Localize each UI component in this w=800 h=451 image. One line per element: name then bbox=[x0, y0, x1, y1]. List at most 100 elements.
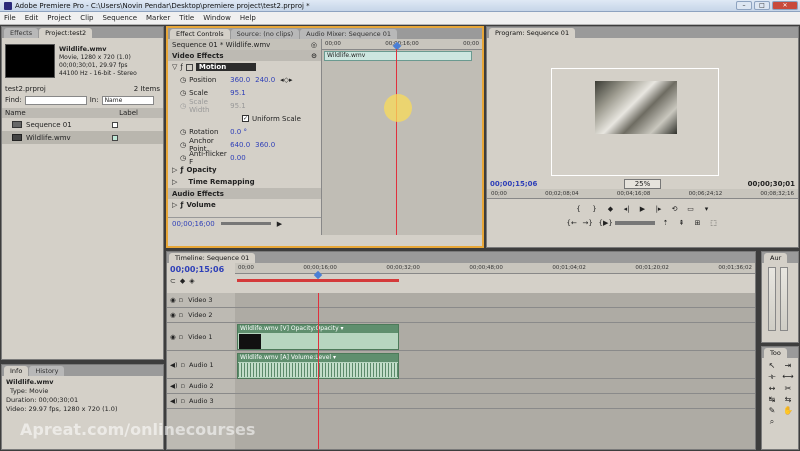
tab-effects[interactable]: Effects bbox=[4, 28, 39, 38]
ripple-edit-tool-icon[interactable]: ⟛ bbox=[765, 372, 779, 382]
hand-tool-icon[interactable]: ✋ bbox=[781, 406, 795, 415]
selection-tool-icon[interactable]: ↖ bbox=[765, 361, 779, 370]
tab-tools[interactable]: Too bbox=[764, 348, 787, 358]
menu-project[interactable]: Project bbox=[47, 14, 71, 22]
menu-marker[interactable]: Marker bbox=[146, 14, 170, 22]
menu-edit[interactable]: Edit bbox=[25, 14, 39, 22]
menu-clip[interactable]: Clip bbox=[80, 14, 93, 22]
mark-out-icon[interactable]: } bbox=[590, 205, 600, 214]
lock-icon[interactable]: ▫ bbox=[181, 382, 185, 390]
keyframe-nav-icon[interactable]: ◂◇▸ bbox=[280, 76, 292, 84]
volume-label[interactable]: Volume bbox=[186, 201, 215, 209]
zoom-tool-icon[interactable]: ⌕ bbox=[765, 417, 779, 427]
set-marker-icon[interactable]: ◆ bbox=[606, 205, 616, 214]
encore-marker-icon[interactable]: ◈ bbox=[189, 277, 194, 285]
speaker-icon[interactable]: ◀) bbox=[170, 382, 178, 390]
lock-icon[interactable]: ▫ bbox=[179, 333, 183, 341]
timeline-current-time[interactable]: 00;00;15;06 bbox=[170, 265, 224, 274]
anti-flicker-value[interactable]: 0.00 bbox=[230, 154, 246, 162]
shuttle-slider[interactable] bbox=[614, 221, 655, 225]
opacity-label[interactable]: Opacity bbox=[186, 166, 216, 174]
position-y-value[interactable]: 240.0 bbox=[255, 76, 277, 84]
motion-label[interactable]: Motion bbox=[195, 63, 257, 71]
output-icon[interactable]: ▾ bbox=[702, 205, 712, 214]
tab-audio-meters[interactable]: Aur bbox=[764, 253, 788, 263]
expand-triangle-icon[interactable]: ▷ bbox=[172, 166, 177, 174]
stopwatch-icon[interactable]: ◷ bbox=[180, 141, 186, 149]
menu-title[interactable]: Title bbox=[179, 14, 194, 22]
track-lane-video-3[interactable] bbox=[235, 293, 755, 308]
lock-icon[interactable]: ▫ bbox=[179, 311, 183, 319]
step-back-icon[interactable]: ◂| bbox=[622, 205, 632, 214]
export-frame-icon[interactable]: ⬚ bbox=[709, 219, 719, 228]
tab-info[interactable]: Info bbox=[4, 366, 29, 376]
transform-bounding-box[interactable] bbox=[551, 68, 719, 176]
zoom-dropdown[interactable]: 25% bbox=[623, 178, 662, 189]
tab-program[interactable]: Program: Sequence 01 bbox=[489, 28, 576, 38]
tab-timeline[interactable]: Timeline: Sequence 01 bbox=[169, 253, 256, 263]
go-to-in-icon[interactable]: {← bbox=[567, 219, 577, 228]
play-icon[interactable]: ▶ bbox=[638, 205, 648, 214]
ec-footer-time[interactable]: 00;00;16;00 bbox=[172, 220, 215, 228]
lock-icon[interactable]: ▫ bbox=[181, 397, 185, 405]
stopwatch-icon[interactable]: ◷ bbox=[180, 89, 186, 97]
minimize-button[interactable]: – bbox=[736, 1, 752, 10]
fx-toggle-icon[interactable]: ƒ bbox=[180, 166, 183, 174]
play-audio-icon[interactable]: ▶ bbox=[277, 220, 282, 228]
play-in-to-out-icon[interactable]: {▶} bbox=[599, 219, 613, 228]
label-color-swatch[interactable] bbox=[112, 134, 118, 141]
track-lane-video-2[interactable] bbox=[235, 308, 755, 323]
track-lane-audio-2[interactable] bbox=[235, 379, 755, 394]
rolling-edit-tool-icon[interactable]: ⟷ bbox=[781, 372, 795, 382]
scale-value[interactable]: 95.1 bbox=[230, 89, 246, 97]
tab-audio-mixer[interactable]: Audio Mixer: Sequence 01 bbox=[300, 29, 397, 39]
pen-tool-icon[interactable]: ✎ bbox=[765, 406, 779, 415]
label-color-swatch[interactable] bbox=[112, 121, 118, 128]
razor-tool-icon[interactable]: ✂ bbox=[781, 384, 795, 393]
track-header-audio-2[interactable]: ◀) ▫ Audio 2 bbox=[167, 379, 235, 394]
track-lane-audio-3[interactable] bbox=[235, 394, 755, 409]
zoom-slider[interactable] bbox=[220, 222, 271, 225]
tab-project[interactable]: Project:test2 bbox=[39, 28, 93, 38]
column-label-header[interactable]: Label bbox=[119, 109, 138, 117]
uniform-scale-checkbox[interactable]: ✓ bbox=[242, 115, 249, 122]
track-header-audio-3[interactable]: ◀) ▫ Audio 3 bbox=[167, 394, 235, 409]
lift-icon[interactable]: ⇡ bbox=[661, 219, 671, 228]
expand-triangle-icon[interactable]: ▷ bbox=[172, 178, 177, 186]
close-button[interactable]: ✕ bbox=[772, 1, 798, 10]
maximize-button[interactable]: □ bbox=[754, 1, 770, 10]
find-input[interactable] bbox=[24, 95, 87, 105]
rotation-value[interactable]: 0.0 ° bbox=[230, 128, 247, 136]
snap-icon[interactable]: ⊂ bbox=[170, 277, 176, 285]
menu-window[interactable]: Window bbox=[203, 14, 231, 22]
program-current-time[interactable]: 00;00;15;06 bbox=[490, 180, 537, 188]
position-x-value[interactable]: 360.0 bbox=[230, 76, 252, 84]
eye-icon[interactable]: ◉ bbox=[170, 333, 176, 341]
work-area-bar[interactable] bbox=[237, 279, 399, 282]
menu-sequence[interactable]: Sequence bbox=[102, 14, 137, 22]
menu-help[interactable]: Help bbox=[240, 14, 256, 22]
program-viewer[interactable] bbox=[487, 38, 798, 178]
stopwatch-icon[interactable]: ◷ bbox=[180, 154, 186, 162]
collapse-icon[interactable]: ◎ bbox=[311, 41, 317, 49]
step-forward-icon[interactable]: |▸ bbox=[654, 205, 664, 214]
tab-history[interactable]: History bbox=[29, 366, 65, 376]
slide-tool-icon[interactable]: ⇆ bbox=[781, 395, 795, 404]
list-item[interactable]: Wildlife.wmv bbox=[2, 131, 163, 144]
trim-icon[interactable]: ⊞ bbox=[693, 219, 703, 228]
in-dropdown[interactable]: Name bbox=[101, 95, 154, 105]
eye-icon[interactable]: ◉ bbox=[170, 296, 176, 304]
list-item[interactable]: Sequence 01 bbox=[2, 118, 163, 131]
speaker-icon[interactable]: ◀) bbox=[170, 397, 178, 405]
fx-toggle-icon[interactable]: ƒ bbox=[180, 63, 182, 71]
extract-icon[interactable]: ⇞ bbox=[677, 219, 687, 228]
track-header-audio-1[interactable]: ◀) ▫ Audio 1 bbox=[167, 351, 235, 379]
track-header-video-3[interactable]: ◉ ▫ Video 3 bbox=[167, 293, 235, 308]
stopwatch-icon[interactable]: ◷ bbox=[180, 128, 186, 136]
motion-transform-icon[interactable] bbox=[185, 63, 193, 71]
expand-triangle-icon[interactable]: ▷ bbox=[172, 201, 177, 209]
stopwatch-icon[interactable]: ◷ bbox=[180, 76, 186, 84]
anchor-x-value[interactable]: 640.0 bbox=[230, 141, 252, 149]
loop-icon[interactable]: ⟲ bbox=[670, 205, 680, 214]
rate-stretch-tool-icon[interactable]: ↔ bbox=[765, 384, 779, 393]
